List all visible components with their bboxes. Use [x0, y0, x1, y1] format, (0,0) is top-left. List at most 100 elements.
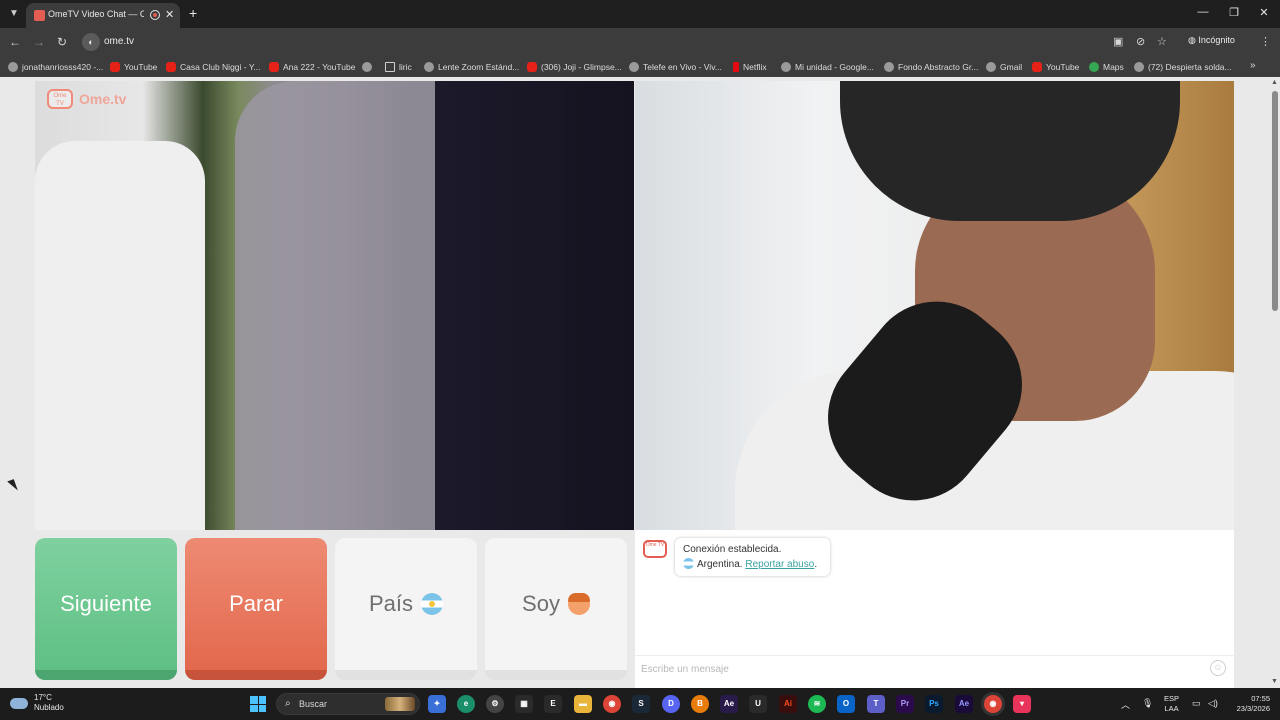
after-effects-icon[interactable]: Ae: [720, 695, 738, 713]
partner-video: Ome TV Ome.tv: [35, 81, 634, 530]
connection-status: Conexión establecida.: [683, 544, 782, 555]
tray-overflow-icon[interactable]: ︿: [1121, 698, 1130, 711]
scroll-down-icon[interactable]: ▼: [1271, 678, 1278, 685]
bookmark-folder[interactable]: liric: [385, 60, 412, 74]
bookmark-item[interactable]: Gmail: [986, 60, 1022, 74]
incognito-indicator[interactable]: ◍ Incógnito: [1188, 35, 1235, 46]
windows-start-icon[interactable]: [250, 696, 266, 712]
taskbar-search[interactable]: ⌕ Buscar: [276, 693, 420, 715]
partner-country-line: Argentina. Reportar abuso.: [683, 557, 822, 572]
app-icon[interactable]: ▾: [1013, 695, 1031, 713]
illustrator-icon[interactable]: Ai: [779, 695, 797, 713]
report-abuse-link[interactable]: Reportar abuso: [745, 559, 814, 570]
partner-country: Argentina.: [697, 559, 743, 570]
clock[interactable]: 07:55 23/3/2026: [1226, 694, 1270, 714]
maximize-window-icon[interactable]: ❐: [1224, 6, 1244, 19]
discord-icon[interactable]: D: [662, 695, 680, 713]
bookmark-item[interactable]: (306) Joji - Glimpse...: [527, 60, 622, 74]
bookmark-star-icon[interactable]: ☆: [1157, 35, 1167, 48]
search-icon: ⌕: [285, 698, 291, 709]
bookmark-item[interactable]: YouTube: [1032, 60, 1079, 74]
gender-button-label: Soy: [522, 591, 560, 616]
bookmark-item[interactable]: Maps: [1089, 60, 1124, 74]
bookmark-item[interactable]: Lente Zoom Estánd...: [424, 60, 519, 74]
unreal-icon[interactable]: U: [749, 695, 767, 713]
country-button[interactable]: País: [335, 538, 477, 680]
photoshop-icon[interactable]: Ps: [925, 695, 943, 713]
browser-toolbar: ← → ↻ ◐ ome.tv ▣ ⊘ ☆ ◍ Incógnito ⋮: [0, 28, 1280, 56]
tab-search-chevron-icon[interactable]: ▼: [6, 6, 22, 22]
network-icon[interactable]: ▭: [1192, 698, 1201, 709]
bookmark-item[interactable]: Netflix: [733, 60, 767, 74]
spotify-icon[interactable]: ≋: [808, 695, 826, 713]
gender-button[interactable]: Soy: [485, 538, 627, 680]
incognito-label: Incógnito: [1198, 35, 1235, 45]
ometv-logo-text: Ome.tv: [79, 91, 127, 107]
premiere-icon[interactable]: Pr: [896, 695, 914, 713]
outlook-icon[interactable]: O: [837, 695, 855, 713]
bookmark-item[interactable]: jonathanriosss420 -...: [8, 60, 103, 74]
video-subject: [235, 81, 435, 530]
chrome-active-icon[interactable]: ◉: [984, 695, 1002, 713]
eye-off-icon[interactable]: ⊘: [1136, 35, 1145, 48]
address-bar[interactable]: ◐ ome.tv: [80, 31, 1180, 53]
globe-icon: [424, 62, 434, 72]
store-icon[interactable]: ▦: [515, 695, 533, 713]
bookmark-item[interactable]: Ana 222 - YouTube: [269, 60, 355, 74]
boy-avatar-icon: [567, 593, 590, 615]
cloud-icon: [10, 697, 28, 709]
message-input[interactable]: [641, 661, 1201, 677]
bookmark-item[interactable]: (72) Despierta solda...: [1134, 60, 1232, 74]
minimize-window-icon[interactable]: —: [1193, 6, 1213, 18]
stop-button-label: Parar: [229, 591, 283, 616]
url-text[interactable]: ome.tv: [104, 36, 134, 47]
page-scrollbar[interactable]: ▲ ▼: [1270, 77, 1280, 688]
emoji-icon[interactable]: ☺: [1210, 660, 1226, 676]
browser-tab[interactable]: OmeTV Video Chat — Ome ✕: [26, 3, 180, 28]
clock-time: 07:55: [1251, 694, 1270, 703]
close-window-icon[interactable]: ✕: [1254, 6, 1274, 19]
volume-icon[interactable]: ◁): [1208, 698, 1218, 709]
copilot-icon[interactable]: ✦: [428, 695, 446, 713]
bookmark-item[interactable]: Mi unidad - Google...: [781, 60, 874, 74]
scroll-up-icon[interactable]: ▲: [1271, 79, 1278, 86]
back-arrow-icon[interactable]: ←: [9, 35, 21, 49]
blender-icon[interactable]: B: [691, 695, 709, 713]
after-effects-icon[interactable]: Ae: [955, 695, 973, 713]
bookmark-item[interactable]: [362, 60, 376, 74]
youtube-icon: [166, 62, 176, 72]
stop-button[interactable]: Parar: [185, 538, 327, 680]
tab-close-icon[interactable]: ✕: [165, 8, 174, 21]
bookmarks-overflow-icon[interactable]: »: [1250, 60, 1256, 71]
bookmark-item[interactable]: Fondo Abstracto Gr...: [884, 60, 978, 74]
browser-menu-icon[interactable]: ⋮: [1260, 35, 1271, 48]
translate-icon[interactable]: ▣: [1113, 35, 1123, 48]
globe-icon: [986, 62, 996, 72]
bookmark-item[interactable]: Telefe en Vivo - Viv...: [629, 60, 722, 74]
microphone-icon[interactable]: 🎙: [1142, 698, 1153, 709]
epic-games-icon[interactable]: E: [544, 695, 562, 713]
steam-icon[interactable]: S: [632, 695, 650, 713]
incognito-icon: ◍: [1188, 35, 1196, 45]
weather-widget[interactable]: 17°C Nublado: [10, 693, 64, 713]
settings-gear-icon[interactable]: ⚙: [486, 695, 504, 713]
file-explorer-icon[interactable]: ▬: [574, 695, 592, 713]
forward-arrow-icon[interactable]: →: [33, 35, 45, 49]
reload-icon[interactable]: ↻: [57, 35, 67, 49]
globe-icon: [781, 62, 791, 72]
ometv-logo: Ome TV Ome.tv: [47, 89, 126, 109]
ometv-page: Ome TV Ome.tv Siguiente Parar País Soy O…: [0, 77, 1280, 688]
bookmark-item[interactable]: Casa Club Niggi - Y...: [166, 60, 260, 74]
globe-icon: [8, 62, 18, 72]
edge-icon[interactable]: e: [457, 695, 475, 713]
bookmark-item[interactable]: YouTube: [110, 60, 157, 74]
chrome-icon[interactable]: ◉: [603, 695, 621, 713]
scrollbar-thumb[interactable]: [1272, 91, 1278, 311]
site-info-icon[interactable]: ◐: [82, 33, 100, 51]
new-tab-icon[interactable]: +: [189, 5, 197, 21]
language-indicator[interactable]: ESP LAA: [1164, 694, 1179, 714]
tab-title: OmeTV Video Chat — Ome: [48, 9, 144, 19]
next-button[interactable]: Siguiente: [35, 538, 177, 680]
argentina-flag-icon: [421, 593, 444, 615]
teams-icon[interactable]: T: [867, 695, 885, 713]
